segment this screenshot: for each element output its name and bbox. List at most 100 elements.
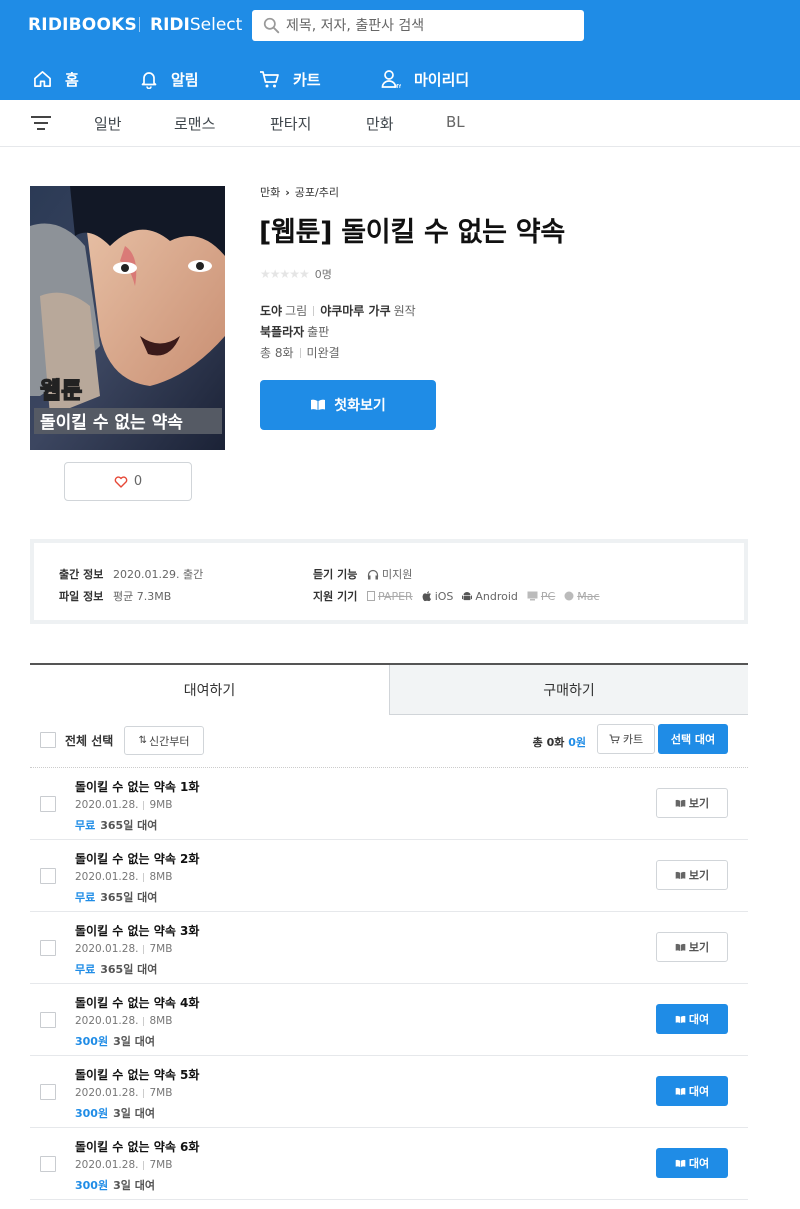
episode-toolbar: 전체 선택 ⇅ 신간부터 총 0화 0원 카트 선택 대여 [30, 724, 748, 758]
rent-button[interactable]: 대여 [656, 1076, 728, 1106]
mac-icon [564, 591, 574, 601]
rental-period: 3일 대여 [113, 1107, 155, 1120]
headphones-icon [367, 569, 379, 579]
rental-period: 365일 대여 [100, 819, 158, 832]
episode-date: 2020.01.28. [75, 799, 139, 811]
episode-title[interactable]: 돌이킬 수 없는 약속 3화 [75, 922, 199, 939]
category-fantasy[interactable]: 판타지 [270, 113, 311, 134]
episode-list: 돌이킬 수 없는 약속 1화 2020.01.28. 9MB 무료 365일 대여 … [30, 767, 748, 1200]
search-box[interactable] [252, 10, 584, 41]
divider [299, 347, 301, 358]
book-open-icon [675, 943, 686, 951]
svg-text:MY: MY [394, 84, 401, 89]
rent-button-label: 대여 [688, 1157, 710, 1170]
book-open-icon [675, 1087, 686, 1095]
tab-rent[interactable]: 대여하기 [30, 665, 389, 715]
episode-title[interactable]: 돌이킬 수 없는 약속 6화 [75, 1138, 199, 1155]
publisher-name[interactable]: 북플라자 [260, 323, 304, 340]
episode-checkbox[interactable] [40, 868, 56, 884]
sort-button[interactable]: ⇅ 신간부터 [124, 726, 204, 755]
select-all-label[interactable]: 전체 선택 [65, 732, 113, 749]
episode-date: 2020.01.28. [75, 943, 139, 955]
select-brand: RIDI [150, 15, 190, 35]
tab-buy[interactable]: 구매하기 [389, 665, 748, 715]
list-item: 돌이킬 수 없는 약속 2화 2020.01.28. 8MB 무료 365일 대여 … [30, 840, 748, 912]
episode-title[interactable]: 돌이킬 수 없는 약속 5화 [75, 1066, 199, 1083]
author-name[interactable]: 도야 [260, 302, 282, 319]
file-info: 파일 정보 평균 7.3MB [59, 588, 171, 604]
nav-notification[interactable]: 알림 [140, 66, 199, 92]
category-romance[interactable]: 로맨스 [174, 113, 215, 134]
heart-icon [114, 475, 128, 488]
menu-icon[interactable] [30, 114, 52, 132]
episode-checkbox[interactable] [40, 1012, 56, 1028]
search-input[interactable] [286, 10, 576, 41]
divider [143, 944, 145, 954]
publisher-line: 북플라자 출판 [260, 323, 329, 340]
price-value: 300원 [75, 1179, 109, 1192]
ridi-select-logo[interactable]: RIDISelect [150, 15, 242, 35]
ridibooks-logo[interactable]: RIDIBOOKS [28, 15, 137, 35]
view-button[interactable]: 보기 [656, 860, 728, 890]
nav-home[interactable]: 홈 [33, 66, 79, 92]
file-info-label: 파일 정보 [59, 590, 104, 603]
cover-illustration: 웹툰 돌이킬 수 없는 약속 [30, 186, 225, 450]
nav-my-ridi[interactable]: MY 마이리디 [381, 66, 469, 92]
category-bl[interactable]: BL [446, 113, 465, 131]
view-button[interactable]: 보기 [656, 932, 728, 962]
episode-price: 무료 365일 대여 [75, 817, 157, 833]
rent-selected-button[interactable]: 선택 대여 [658, 724, 728, 754]
episode-size: 8MB [149, 1015, 173, 1027]
like-button[interactable]: 0 [64, 462, 192, 501]
listen-info-text: 미지원 [382, 568, 413, 581]
author-role: 그림 [285, 304, 308, 318]
episode-date: 2020.01.28. [75, 1087, 139, 1099]
view-button-label: 보기 [688, 869, 710, 882]
list-item: 돌이킬 수 없는 약속 5화 2020.01.28. 7MB 300원 3일 대여 … [30, 1056, 748, 1128]
view-button-label: 보기 [688, 941, 710, 954]
episode-checkbox[interactable] [40, 1084, 56, 1100]
first-episode-button[interactable]: 첫화보기 [260, 380, 436, 430]
breadcrumb-horror[interactable]: 공포/추리 [295, 184, 339, 200]
episode-meta: 2020.01.28. 8MB [75, 1015, 172, 1027]
bell-icon [141, 71, 157, 89]
publish-info-value: 2020.01.29. 출간 [113, 568, 204, 581]
breadcrumb-comic[interactable]: 만화 [260, 184, 280, 200]
divider [143, 1160, 145, 1170]
device-info: 지원 기기 PAPER iOS Android PC Mac [313, 588, 609, 604]
view-button[interactable]: 보기 [656, 788, 728, 818]
category-comic[interactable]: 만화 [366, 113, 394, 134]
category-bar: 일반 로맨스 판타지 만화 BL [0, 100, 800, 147]
book-cover[interactable]: 웹툰 돌이킬 수 없는 약속 [30, 186, 225, 450]
nav-home-label: 홈 [65, 70, 79, 89]
rent-button-label: 대여 [688, 1013, 710, 1026]
list-item: 돌이킬 수 없는 약속 4화 2020.01.28. 8MB 300원 3일 대여 … [30, 984, 748, 1056]
rental-period: 365일 대여 [100, 891, 158, 904]
original-author-name[interactable]: 야쿠마루 가쿠 [320, 302, 390, 319]
nav-cart[interactable]: 카트 [259, 66, 321, 92]
episode-title[interactable]: 돌이킬 수 없는 약속 4화 [75, 994, 199, 1011]
episode-checkbox[interactable] [40, 1156, 56, 1172]
original-role: 원작 [393, 304, 416, 318]
price-value: 300원 [75, 1107, 109, 1120]
episode-size: 7MB [149, 943, 173, 955]
select-all-checkbox[interactable] [40, 732, 56, 748]
episode-title[interactable]: 돌이킬 수 없는 약속 2화 [75, 850, 199, 867]
top-header: RIDIBOOKS RIDISelect 홈 알림 카트 MY 마이리디 [0, 0, 800, 100]
device-paper: PAPER [367, 590, 413, 603]
episode-checkbox[interactable] [40, 796, 56, 812]
rent-button[interactable]: 대여 [656, 1004, 728, 1034]
author-line: 도야 그림 야쿠마루 가쿠 원작 [260, 302, 416, 319]
rent-button[interactable]: 대여 [656, 1148, 728, 1178]
book-open-icon [311, 399, 326, 410]
episode-title[interactable]: 돌이킬 수 없는 약속 1화 [75, 778, 199, 795]
episode-meta: 2020.01.28. 7MB [75, 1087, 172, 1099]
device-mac: Mac [564, 590, 600, 603]
listen-info-label: 듣기 기능 [313, 568, 358, 581]
category-general[interactable]: 일반 [94, 113, 122, 134]
add-to-cart-button[interactable]: 카트 [597, 724, 655, 754]
cover-text-bottom: 돌이킬 수 없는 약속 [40, 412, 183, 433]
episode-meta: 2020.01.28. 7MB [75, 943, 172, 955]
episode-checkbox[interactable] [40, 940, 56, 956]
rental-period: 3일 대여 [113, 1179, 155, 1192]
